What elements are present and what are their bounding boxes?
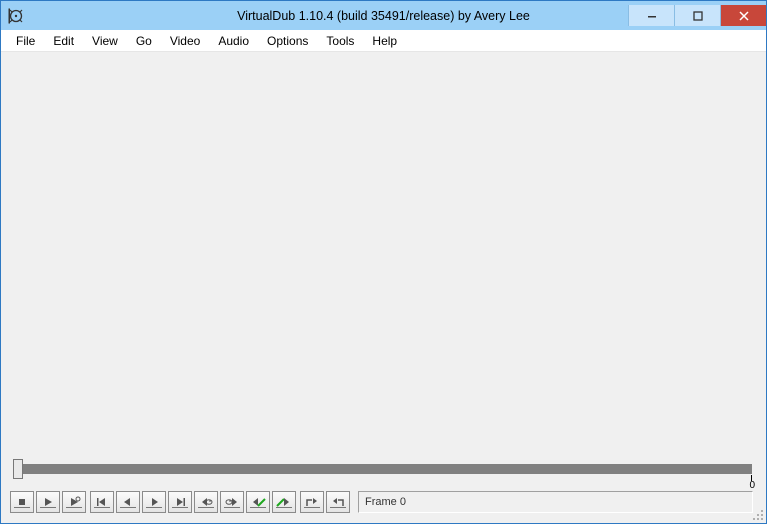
resize-grip[interactable] bbox=[752, 509, 764, 521]
scene-prev-button[interactable] bbox=[246, 491, 270, 513]
minimize-button[interactable] bbox=[628, 5, 674, 26]
menu-help[interactable]: Help bbox=[363, 31, 406, 51]
mark-in-button[interactable] bbox=[300, 491, 324, 513]
go-end-button[interactable] bbox=[168, 491, 192, 513]
window-controls bbox=[628, 5, 766, 26]
key-prev-button[interactable] bbox=[194, 491, 218, 513]
play-input-button[interactable] bbox=[36, 491, 60, 513]
app-window: VirtualDub 1.10.4 (build 35491/release) … bbox=[0, 0, 767, 524]
timeline-end-label: 0 bbox=[749, 480, 755, 491]
playback-group bbox=[10, 491, 86, 513]
menu-file[interactable]: File bbox=[7, 31, 44, 51]
nav-group bbox=[90, 491, 296, 513]
mark-group bbox=[300, 491, 350, 513]
close-button[interactable] bbox=[720, 5, 766, 26]
bottom-toolbar: Frame 0 bbox=[1, 485, 766, 523]
step-forward-button[interactable] bbox=[142, 491, 166, 513]
app-icon bbox=[8, 8, 24, 24]
video-pane-area bbox=[1, 52, 766, 455]
timeline-thumb[interactable] bbox=[13, 459, 23, 479]
menu-audio[interactable]: Audio bbox=[209, 31, 258, 51]
menu-view[interactable]: View bbox=[83, 31, 127, 51]
menu-tools[interactable]: Tools bbox=[317, 31, 363, 51]
key-next-button[interactable] bbox=[220, 491, 244, 513]
play-output-button[interactable] bbox=[62, 491, 86, 513]
maximize-button[interactable] bbox=[674, 5, 720, 26]
title-bar[interactable]: VirtualDub 1.10.4 (build 35491/release) … bbox=[1, 1, 766, 30]
menu-edit[interactable]: Edit bbox=[44, 31, 83, 51]
step-back-button[interactable] bbox=[116, 491, 140, 513]
scene-next-button[interactable] bbox=[272, 491, 296, 513]
menu-options[interactable]: Options bbox=[258, 31, 317, 51]
mark-out-button[interactable] bbox=[326, 491, 350, 513]
timeline[interactable]: 0 bbox=[1, 455, 766, 485]
menu-go[interactable]: Go bbox=[127, 31, 161, 51]
go-start-button[interactable] bbox=[90, 491, 114, 513]
frame-indicator: Frame 0 bbox=[358, 491, 753, 513]
menu-bar: File Edit View Go Video Audio Options To… bbox=[1, 30, 766, 52]
timeline-track[interactable] bbox=[23, 464, 752, 474]
menu-video[interactable]: Video bbox=[161, 31, 209, 51]
stop-button[interactable] bbox=[10, 491, 34, 513]
